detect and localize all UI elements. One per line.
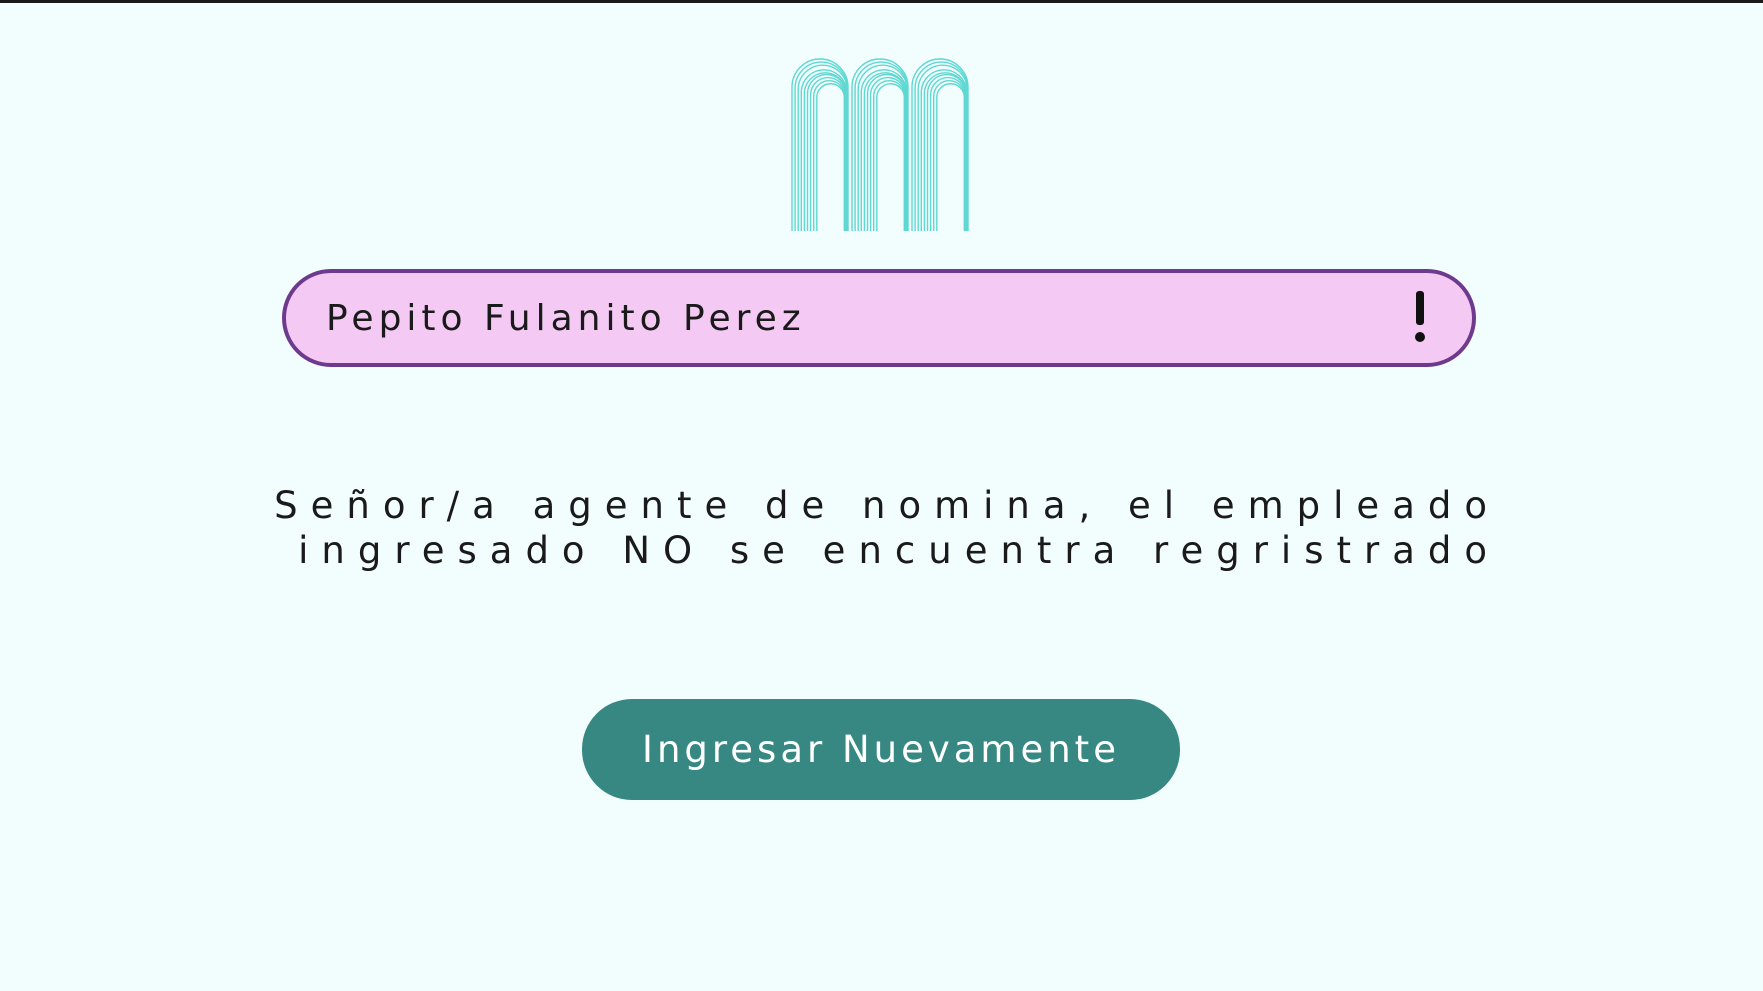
logo-arch-line xyxy=(917,64,968,231)
exclamation-icon xyxy=(1415,291,1425,342)
logo-arch-line xyxy=(857,64,908,231)
logo-arch-line xyxy=(933,80,966,231)
top-border xyxy=(0,0,1763,3)
arched-m-logo-icon xyxy=(791,58,969,231)
logo-arch-line xyxy=(816,83,845,231)
message-line-2: ingresado NO se encuentra regristrado xyxy=(298,529,1500,572)
not-registered-message: Señor/a agente de nomina, el empleado in… xyxy=(200,483,1500,573)
logo-arch-line xyxy=(809,76,846,231)
brand-logo xyxy=(788,55,970,233)
employee-name-field[interactable] xyxy=(282,269,1476,367)
logo-arch-line xyxy=(876,83,905,231)
logo-arch-line xyxy=(813,80,846,231)
logo-arch-line xyxy=(873,80,906,231)
logo-arch-line xyxy=(929,76,966,231)
employee-name-input[interactable] xyxy=(326,273,1326,363)
message-line-1: Señor/a agente de nomina, el empleado xyxy=(274,484,1500,527)
retry-button[interactable]: Ingresar Nuevamente xyxy=(582,699,1180,800)
logo-arch-line xyxy=(797,64,848,231)
logo-arch-line xyxy=(936,83,965,231)
logo-arch-line xyxy=(869,76,906,231)
